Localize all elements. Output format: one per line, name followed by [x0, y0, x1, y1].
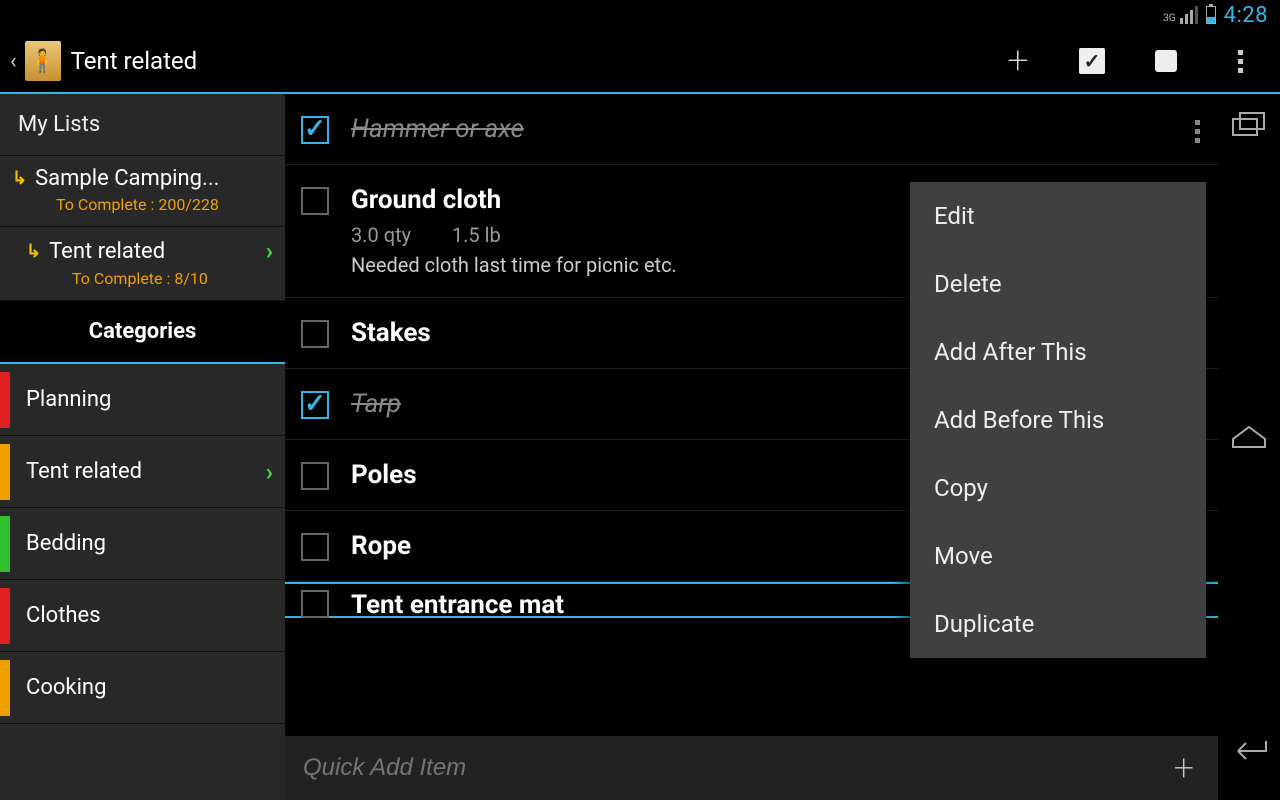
sidebar-list-progress: To Complete : 8/10: [0, 269, 285, 288]
chevron-right-icon: ›: [266, 458, 273, 486]
item-checkbox[interactable]: [301, 187, 329, 215]
context-menu-item[interactable]: Move: [910, 522, 1206, 590]
sidebar-category-item[interactable]: Cooking: [0, 652, 285, 724]
back-caret-icon: ‹: [10, 49, 17, 74]
plus-icon: +: [1007, 39, 1028, 83]
sidebar: My Lists ↳ Sample Camping... To Complete…: [0, 94, 285, 800]
system-nav-rail: [1218, 94, 1280, 800]
item-checkbox[interactable]: [301, 462, 329, 490]
context-menu-item[interactable]: Add Before This: [910, 386, 1206, 454]
quick-add-bar: +: [285, 736, 1218, 800]
item-checkbox[interactable]: [301, 590, 329, 618]
sidebar-header-categories: Categories: [0, 301, 285, 364]
clock: 4:28: [1224, 3, 1268, 28]
sidebar-list-sample-camping[interactable]: ↳ Sample Camping... To Complete : 200/22…: [0, 156, 285, 227]
uncheck-all-button[interactable]: [1146, 41, 1186, 81]
page-title: Tent related: [71, 47, 998, 75]
item-context-menu: EditDeleteAdd After ThisAdd Before ThisC…: [910, 182, 1206, 658]
category-color-bar: [0, 372, 10, 428]
sidebar-header-mylists: My Lists: [0, 94, 285, 156]
battery-icon: [1206, 6, 1216, 24]
network-indicator: 3G: [1163, 6, 1197, 24]
item-checkbox[interactable]: [301, 320, 329, 348]
sidebar-list-tent-related[interactable]: ↳ Tent related › To Complete : 8/10: [0, 227, 285, 301]
item-overflow-button[interactable]: [1191, 116, 1204, 147]
category-label: Tent related: [26, 459, 266, 484]
recent-apps-button[interactable]: [1228, 104, 1270, 146]
sublist-arrow-icon: ↳: [12, 168, 27, 189]
context-menu-item[interactable]: Edit: [910, 182, 1206, 250]
square-icon: [1155, 50, 1177, 72]
category-color-bar: [0, 444, 10, 500]
check-all-button[interactable]: ✓: [1072, 41, 1112, 81]
category-color-bar: [0, 660, 10, 716]
add-item-button[interactable]: +: [998, 41, 1038, 81]
app-logo-icon: 🧍: [25, 41, 61, 81]
context-menu-item[interactable]: Delete: [910, 250, 1206, 318]
sidebar-list-progress: To Complete : 200/228: [0, 195, 285, 214]
status-bar: 3G 4:28: [0, 0, 1280, 30]
sidebar-category-item[interactable]: Planning: [0, 364, 285, 436]
sublist-arrow-icon: ↳: [26, 241, 41, 262]
sidebar-category-item[interactable]: Bedding: [0, 508, 285, 580]
list-item[interactable]: Hammer or axe: [285, 94, 1218, 165]
category-color-bar: [0, 588, 10, 644]
quick-add-button[interactable]: +: [1168, 747, 1200, 789]
category-label: Bedding: [26, 531, 273, 556]
sidebar-category-item[interactable]: Clothes: [0, 580, 285, 652]
item-checkbox[interactable]: [301, 533, 329, 561]
quick-add-input[interactable]: [303, 754, 1168, 782]
plus-icon: +: [1174, 747, 1194, 789]
home-button[interactable]: [1228, 416, 1270, 458]
main-panel: Hammer or axeGround cloth3.0 qty 1.5 lbN…: [285, 94, 1218, 800]
item-checkbox[interactable]: [301, 116, 329, 144]
check-all-icon: ✓: [1079, 48, 1105, 74]
action-bar: ‹ 🧍 Tent related + ✓: [0, 30, 1280, 94]
up-button[interactable]: ‹ 🧍: [10, 41, 61, 81]
overflow-menu-button[interactable]: [1220, 41, 1260, 81]
context-menu-item[interactable]: Copy: [910, 454, 1206, 522]
category-label: Planning: [26, 387, 273, 412]
sidebar-category-item[interactable]: Tent related›: [0, 436, 285, 508]
category-color-bar: [0, 516, 10, 572]
back-button[interactable]: [1228, 728, 1270, 770]
item-list[interactable]: Hammer or axeGround cloth3.0 qty 1.5 lbN…: [285, 94, 1218, 736]
category-label: Clothes: [26, 603, 273, 628]
context-menu-item[interactable]: Add After This: [910, 318, 1206, 386]
item-checkbox[interactable]: [301, 391, 329, 419]
category-label: Cooking: [26, 675, 273, 700]
item-name: Hammer or axe: [351, 114, 1194, 144]
context-menu-item[interactable]: Duplicate: [910, 590, 1206, 658]
chevron-right-icon: ›: [266, 237, 273, 265]
overflow-icon: [1238, 50, 1243, 73]
